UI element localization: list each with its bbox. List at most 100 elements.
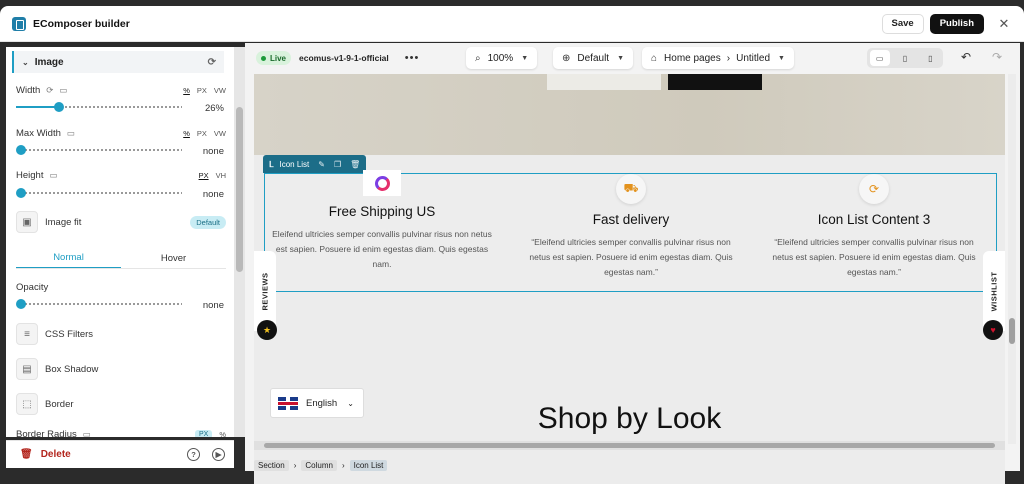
unit-vw[interactable]: VW — [214, 86, 226, 95]
tab-normal[interactable]: Normal — [16, 247, 121, 269]
icon-list[interactable]: Free Shipping US Eleifend ultricies semp… — [261, 170, 997, 292]
canvas-vertical-scrollbar[interactable] — [1008, 74, 1016, 444]
panel-scrollbar[interactable] — [234, 47, 245, 437]
help-icon[interactable]: ? — [187, 448, 200, 461]
play-icon[interactable]: ▶ — [212, 448, 225, 461]
desktop-view-icon[interactable]: ▭ — [869, 50, 890, 66]
device-switcher: ▭ ▯ ▯ — [867, 48, 943, 68]
locale-select[interactable]: ⊕ Default ▼ — [553, 47, 634, 69]
wishlist-label: WISHLIST — [989, 271, 999, 311]
theme-name[interactable]: ecomus-v1-9-1-official — [299, 53, 389, 63]
slider-knob[interactable] — [16, 299, 26, 309]
element-icon: ᒪ — [269, 159, 274, 169]
unit-vw[interactable]: VW — [214, 129, 226, 138]
home-icon: ⌂ — [651, 52, 658, 64]
slider-knob[interactable] — [16, 188, 26, 198]
hero-button-dark[interactable] — [668, 74, 762, 90]
hero-button-light[interactable] — [547, 74, 661, 90]
scrollbar-thumb[interactable] — [264, 443, 995, 448]
heart-icon[interactable]: ♥ — [983, 320, 1003, 340]
tablet-view-icon[interactable]: ▯ — [895, 50, 915, 66]
opacity-row: Opacity — [16, 280, 226, 294]
tab-hover[interactable]: Hover — [121, 247, 226, 269]
close-icon[interactable]: ✕ — [996, 16, 1012, 32]
border-row[interactable]: ⬚ Border — [16, 393, 226, 415]
width-value[interactable]: 26% — [186, 103, 224, 114]
mobile-view-icon[interactable]: ▯ — [920, 50, 940, 66]
slider-knob[interactable] — [54, 102, 65, 112]
unit-px[interactable]: PX — [194, 429, 213, 437]
opacity-slider[interactable] — [16, 299, 182, 309]
image-section-header[interactable]: ⌄ Image ⟳ — [12, 51, 224, 73]
reset-icon[interactable]: ⟳ — [208, 57, 216, 68]
title-bar: EComposer builder Save Publish ✕ — [0, 6, 1024, 42]
unit-percent[interactable]: % — [183, 86, 190, 95]
trash-icon: 🗑 — [20, 449, 33, 460]
redo-icon[interactable]: ↷ — [992, 50, 1002, 64]
icon-list-item[interactable]: Free Shipping US Eleifend ultricies semp… — [261, 170, 503, 272]
app-title: EComposer builder — [33, 17, 130, 30]
wishlist-tab[interactable]: WISHLIST — [983, 251, 1005, 331]
breadcrumb-section[interactable]: Section — [254, 459, 289, 471]
max-width-slider[interactable] — [16, 145, 182, 155]
width-slider[interactable] — [16, 102, 182, 112]
trash-icon[interactable]: 🗑 — [350, 160, 360, 169]
unit-px[interactable]: PX — [197, 129, 207, 138]
border-label: Border — [45, 398, 74, 410]
icon-list-item[interactable]: ⛟ Fast delivery “Eleifend ultricies semp… — [510, 174, 752, 280]
unit-px[interactable]: PX — [199, 171, 209, 180]
item-text: “Eleifend ultricies semper convallis pul… — [529, 237, 733, 277]
e-logo-icon[interactable] — [363, 170, 401, 196]
scrollbar-thumb[interactable] — [236, 107, 243, 272]
item-title: Fast delivery — [592, 212, 670, 227]
unit-px[interactable]: PX — [197, 86, 207, 95]
zoom-icon: ⌕ — [475, 52, 481, 64]
opacity-value[interactable]: none — [186, 300, 224, 311]
css-filters-row[interactable]: ≡ CSS Filters — [16, 323, 226, 345]
max-width-value[interactable]: none — [186, 146, 224, 157]
max-width-label: Max Width — [16, 127, 61, 139]
image-fit-badge[interactable]: Default — [190, 215, 226, 229]
reset-icon[interactable]: ⟳ — [46, 85, 53, 96]
unit-percent[interactable]: % — [219, 430, 226, 438]
duplicate-icon[interactable]: ❐ — [334, 160, 341, 169]
border-radius-label: Border Radius — [16, 428, 77, 438]
edit-icon[interactable]: ✎ — [318, 160, 325, 169]
hero-image[interactable] — [254, 74, 1005, 155]
breadcrumb-column[interactable]: Column — [301, 459, 337, 471]
image-fit-row[interactable]: ▣ Image fit Default — [16, 211, 226, 233]
scrollbar-thumb[interactable] — [1009, 318, 1015, 344]
css-filters-label: CSS Filters — [45, 328, 94, 340]
unit-vh[interactable]: VH — [216, 171, 226, 180]
border-radius-units: PX % — [194, 429, 226, 438]
height-units: PX VH — [199, 171, 226, 180]
item-title: Free Shipping US — [328, 204, 436, 219]
reviews-tab[interactable]: REVIEWS — [254, 251, 276, 331]
canvas-horizontal-scrollbar[interactable] — [254, 441, 1005, 450]
page-group: Home pages — [664, 52, 721, 64]
delete-button[interactable]: 🗑 Delete — [20, 449, 71, 460]
slider-knob[interactable] — [16, 145, 26, 155]
desktop-icon[interactable]: ▭ — [67, 128, 75, 139]
icon-list-tag-label: Icon List — [279, 159, 310, 169]
page-select[interactable]: ⌂ Home pages › Untitled ▼ — [642, 47, 794, 69]
ecomposer-logo-icon — [12, 16, 26, 31]
height-slider[interactable] — [16, 188, 182, 198]
desktop-icon[interactable]: ▭ — [49, 170, 57, 181]
box-shadow-row[interactable]: ▤ Box Shadow — [16, 358, 226, 380]
unit-percent[interactable]: % — [183, 129, 190, 138]
undo-icon[interactable]: ↶ — [961, 50, 971, 64]
star-icon[interactable]: ★ — [257, 320, 277, 340]
chevron-right-icon: › — [341, 460, 345, 470]
desktop-icon[interactable]: ▭ — [83, 429, 91, 438]
page-name: Untitled — [736, 52, 770, 64]
height-value[interactable]: none — [186, 189, 224, 200]
save-button[interactable]: Save — [881, 13, 924, 34]
zoom-select[interactable]: ⌕ 100% ▼ — [466, 47, 538, 69]
settings-panel: ⌄ Image ⟳ Width ⟳ ▭ % PX VW 26% Max Widt… — [6, 47, 234, 437]
more-icon[interactable]: ••• — [405, 52, 420, 64]
publish-button[interactable]: Publish — [929, 13, 984, 34]
breadcrumb-icon-list[interactable]: Icon List — [349, 459, 388, 471]
desktop-icon[interactable]: ▭ — [59, 85, 67, 96]
icon-list-item[interactable]: ⟳ Icon List Content 3 “Eleifend ultricie… — [753, 174, 995, 280]
